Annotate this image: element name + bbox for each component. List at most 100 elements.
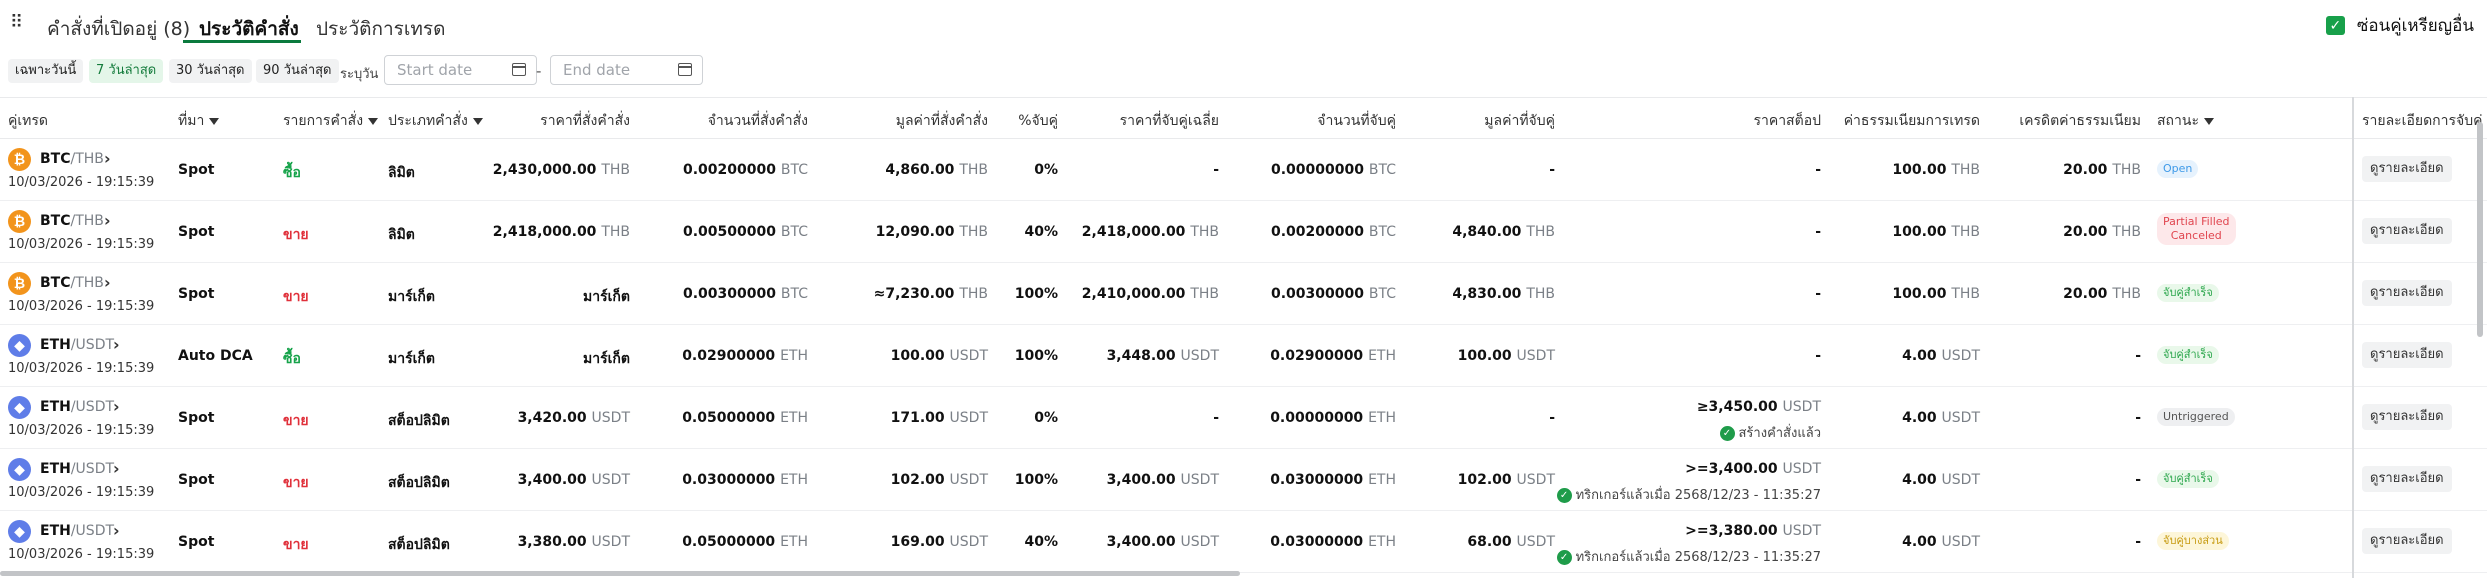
order-qty: 0.02900000 ETH xyxy=(682,348,808,364)
fee-credit: - xyxy=(2135,410,2141,426)
view-detail-button[interactable]: ดูรายละเอียด xyxy=(2362,280,2452,306)
drag-handle-icon[interactable]: ⠿ xyxy=(10,12,23,33)
table-row[interactable]: ◆ ETH/USDT › 10/03/2026 - 19:15:39 Spot … xyxy=(0,510,2487,573)
stop-price: - xyxy=(1815,224,1821,240)
filter-30-days-chip[interactable]: 30 วันล่าสุด xyxy=(169,59,252,83)
tab-trade-history[interactable]: ประวัติการเทรด xyxy=(316,14,445,44)
col-order-type[interactable]: ประเภทคำสั่ง xyxy=(388,110,483,132)
order-price: 3,400.00 USDT xyxy=(517,472,630,488)
col-match-detail: รายละเอียดการจับคู่ xyxy=(2362,113,2483,129)
filled-value: - xyxy=(1549,410,1555,426)
order-price: 3,380.00 USDT xyxy=(517,534,630,550)
col-fill-pct: %จับคู่ xyxy=(1018,113,1058,129)
end-date-input[interactable]: End date xyxy=(550,55,703,85)
table-row[interactable]: ◆ ETH/USDT › 10/03/2026 - 19:15:39 Spot … xyxy=(0,448,2487,511)
table-row[interactable]: ₿ BTC/THB › 10/03/2026 - 19:15:39 Spot ข… xyxy=(0,200,2487,263)
chevron-right-icon[interactable]: › xyxy=(104,211,111,230)
table-row[interactable]: ◆ ETH/USDT › 10/03/2026 - 19:15:39 Spot … xyxy=(0,386,2487,449)
order-source: Spot xyxy=(178,534,215,550)
trading-pair[interactable]: BTC/THB xyxy=(40,275,104,291)
table-header: คู่เทรด ที่มา รายการคำสั่ง ประเภทคำสั่ง … xyxy=(0,97,2487,139)
trade-fee: 4.00 USDT xyxy=(1902,472,1980,488)
status-badge: Open xyxy=(2157,160,2199,178)
view-detail-button[interactable]: ดูรายละเอียด xyxy=(2362,404,2452,430)
view-detail-button[interactable]: ดูรายละเอียด xyxy=(2362,466,2452,492)
btc-coin-icon: ₿ xyxy=(8,210,31,233)
order-side: ขาย xyxy=(283,413,309,429)
check-circle-icon: ✓ xyxy=(1556,550,1572,565)
vertical-scrollbar[interactable] xyxy=(2477,122,2483,337)
table-row[interactable]: ₿ BTC/THB › 10/03/2026 - 19:15:39 Spot ข… xyxy=(0,262,2487,325)
avg-fill-price: 3,448.00 USDT xyxy=(1106,348,1219,364)
status-badge: จับคู่สำเร็จ xyxy=(2157,346,2219,364)
col-side[interactable]: รายการคำสั่ง xyxy=(283,110,379,132)
trading-pair[interactable]: ETH/USDT xyxy=(40,399,114,415)
eth-coin-icon: ◆ xyxy=(8,520,31,543)
filled-value: 68.00 USDT xyxy=(1467,534,1555,550)
order-source: Spot xyxy=(178,410,215,426)
trade-fee: 100.00 THB xyxy=(1892,162,1980,178)
order-time: 10/03/2026 - 19:15:39 xyxy=(8,423,155,438)
col-order-price: ราคาที่สั่งคำสั่ง xyxy=(540,113,630,129)
stop-price: - xyxy=(1815,162,1821,178)
hide-other-pairs-label: ซ่อนคู่เหรียญอื่น xyxy=(2356,16,2474,36)
view-detail-button[interactable]: ดูรายละเอียด xyxy=(2362,218,2452,244)
chevron-right-icon[interactable]: › xyxy=(104,149,111,168)
col-status[interactable]: สถานะ xyxy=(2157,110,2214,132)
filter-icon xyxy=(209,117,220,125)
trading-pair[interactable]: ETH/USDT xyxy=(40,523,114,539)
chevron-right-icon[interactable]: › xyxy=(104,273,111,292)
order-type: มาร์เก็ต xyxy=(388,351,435,367)
btc-coin-icon: ₿ xyxy=(8,272,31,295)
filter-icon xyxy=(472,117,483,125)
order-time: 10/03/2026 - 19:15:39 xyxy=(8,485,155,500)
table-row[interactable]: ₿ BTC/THB › 10/03/2026 - 19:15:39 Spot ซ… xyxy=(0,138,2487,201)
horizontal-scrollbar[interactable] xyxy=(0,571,1240,576)
start-date-input[interactable]: Start date xyxy=(384,55,537,85)
trading-pair[interactable]: BTC/THB xyxy=(40,213,104,229)
filter-90-days-chip[interactable]: 90 วันล่าสุด xyxy=(256,59,339,83)
view-detail-button[interactable]: ดูรายละเอียด xyxy=(2362,156,2452,182)
col-order-value: มูลค่าที่สั่งคำสั่ง xyxy=(895,113,988,129)
calendar-icon[interactable] xyxy=(678,63,692,76)
order-qty: 0.05000000 ETH xyxy=(682,534,808,550)
fee-credit: 20.00 THB xyxy=(2063,162,2141,178)
view-detail-button[interactable]: ดูรายละเอียด xyxy=(2362,342,2452,368)
date-filter-bar: เฉพาะวันนี้ 7 วันล่าสุด 30 วันล่าสุด 90 … xyxy=(0,52,2487,92)
chevron-right-icon[interactable]: › xyxy=(113,521,120,540)
order-value: ≈7,230.00 THB xyxy=(873,286,988,302)
filter-today-chip[interactable]: เฉพาะวันนี้ xyxy=(8,59,84,83)
fill-percent: 40% xyxy=(1024,224,1058,240)
view-detail-button[interactable]: ดูรายละเอียด xyxy=(2362,528,2452,554)
order-side: ขาย xyxy=(283,227,309,243)
fee-credit: - xyxy=(2135,534,2141,550)
filter-icon xyxy=(368,117,379,125)
col-source[interactable]: ที่มา xyxy=(178,110,220,132)
tab-open-orders[interactable]: คำสั่งที่เปิดอยู่ (8) xyxy=(47,14,190,44)
trade-fee: 4.00 USDT xyxy=(1902,410,1980,426)
order-side: ซื้อ xyxy=(283,351,301,367)
trading-pair[interactable]: BTC/THB xyxy=(40,151,104,167)
checkbox-checked-icon[interactable]: ✓ xyxy=(2325,16,2345,35)
stop-price: >=3,400.00 USDT xyxy=(1685,461,1821,477)
hide-other-pairs-toggle[interactable]: ✓ ซ่อนคู่เหรียญอื่น xyxy=(2325,12,2474,39)
order-source: Spot xyxy=(178,224,215,240)
status-badge: จับคู่บางส่วน xyxy=(2157,532,2229,550)
chevron-right-icon[interactable]: › xyxy=(113,397,120,416)
chevron-right-icon[interactable]: › xyxy=(113,335,120,354)
order-value: 100.00 USDT xyxy=(890,348,988,364)
order-time: 10/03/2026 - 19:15:39 xyxy=(8,175,155,190)
table-row[interactable]: ◆ ETH/USDT › 10/03/2026 - 19:15:39 Auto … xyxy=(0,324,2487,387)
filter-7-days-chip[interactable]: 7 วันล่าสุด xyxy=(89,59,164,83)
filled-qty: 0.02900000 ETH xyxy=(1270,348,1396,364)
order-source: Spot xyxy=(178,472,215,488)
order-type: ลิมิต xyxy=(388,165,415,181)
btc-coin-icon: ₿ xyxy=(8,148,31,171)
trading-pair[interactable]: ETH/USDT xyxy=(40,337,114,353)
custom-date-label: ระบุวัน xyxy=(340,67,379,82)
trade-fee: 4.00 USDT xyxy=(1902,348,1980,364)
trading-pair[interactable]: ETH/USDT xyxy=(40,461,114,477)
fill-percent: 0% xyxy=(1034,410,1058,426)
calendar-icon[interactable] xyxy=(512,63,526,76)
chevron-right-icon[interactable]: › xyxy=(113,459,120,478)
